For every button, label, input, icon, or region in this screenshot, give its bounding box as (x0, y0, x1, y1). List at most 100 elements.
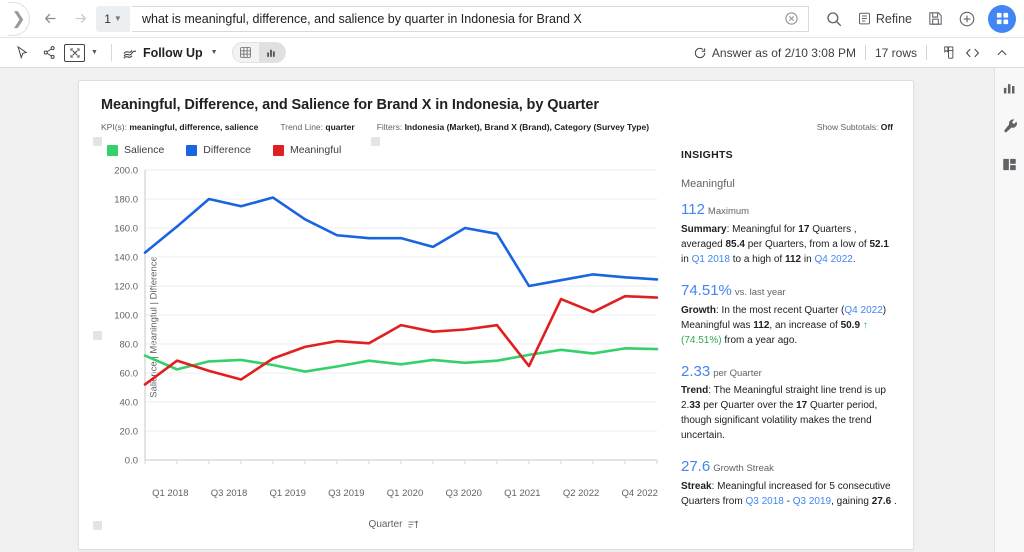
query-text: what is meaningful, difference, and sali… (142, 11, 582, 26)
meta-filters: Filters: Indonesia (Market), Brand X (Br… (377, 122, 649, 132)
chart-svg-container: 0.0 20.0 40.0 60.0 80.0 100.0 120.0 140.0 160.0 1… (101, 162, 661, 487)
table-view-icon[interactable] (233, 43, 259, 62)
row-count: 17 rows (874, 45, 917, 60)
insight-unit: vs. last year (734, 286, 786, 298)
bookmark-code-icon[interactable] (936, 42, 960, 64)
svg-text:100.0: 100.0 (114, 311, 138, 322)
insight-value: 74.51% (681, 281, 732, 299)
insight-quarter-ref: Q3 2019 (792, 496, 832, 508)
status-divider-2 (926, 45, 927, 60)
line-chart[interactable]: 0.0 20.0 40.0 60.0 80.0 100.0 120.0 140.0 160.0 1… (101, 162, 661, 482)
insight-number: 50.9 (840, 319, 861, 331)
search-icon[interactable] (819, 4, 849, 34)
query-token-plain: for (515, 11, 537, 26)
chevron-down-icon: ▼ (113, 14, 122, 23)
meta-trend-value: quarter (325, 122, 355, 132)
clear-query-icon[interactable] (782, 9, 802, 29)
insight-headline: 112 Maximum (681, 199, 897, 221)
search-input[interactable]: what is meaningful, difference, and sali… (132, 5, 809, 32)
layout-panels-icon[interactable] (1000, 154, 1020, 174)
chart-and-insights: Salience Difference Meaningful Salience | … (79, 132, 913, 530)
query-token-filt[interactable]: Brand X (536, 11, 582, 26)
insight-number: 17 (798, 223, 810, 235)
query-token-filt[interactable]: Indonesia (460, 11, 515, 26)
sort-ascending-icon[interactable] (407, 519, 419, 530)
insight-quarter-ref: Q4 2022 (814, 253, 853, 265)
cursor-arrow-icon[interactable] (10, 42, 34, 64)
expand-dropdown-caret[interactable]: ▼ (88, 49, 101, 56)
query-token-attr[interactable]: quarter (404, 11, 445, 26)
meta-trend: Trend Line: quarter (280, 122, 354, 132)
insights-header: INSIGHTS (681, 149, 733, 161)
answer-canvas: Meaningful, Difference, and Salience for… (0, 68, 1024, 552)
wrench-icon[interactable] (1000, 116, 1020, 136)
query-token-plain: , (245, 11, 253, 26)
meta-kpi: KPI(s): meaningful, difference, salience (101, 122, 258, 132)
forward-arrow-icon[interactable] (66, 5, 94, 33)
insight-value: 27.6 (681, 458, 711, 476)
insight-value: 2.33 (681, 362, 711, 380)
answer-card: Meaningful, Difference, and Salience for… (78, 80, 914, 550)
query-token-plain: , and (307, 11, 339, 26)
drawer-expand-icon[interactable]: ❯ (8, 1, 30, 36)
chart-panel: Salience Difference Meaningful Salience | … (79, 132, 669, 530)
legend-item[interactable]: Salience (107, 144, 164, 156)
legend-item[interactable]: Meaningful (272, 144, 342, 156)
x-axis-title: Quarter (368, 519, 403, 530)
insight-body-label: Trend (681, 385, 709, 397)
svg-text:180.0: 180.0 (114, 195, 138, 206)
trend-lines-icon (123, 49, 137, 59)
right-rail (994, 68, 1024, 552)
insight-body: Summary: Meaningful for 17 Quarters , av… (681, 223, 889, 265)
query-token-kpi[interactable]: difference (252, 11, 308, 26)
query-token-plain: by (384, 11, 405, 26)
share-nodes-icon[interactable] (37, 42, 61, 64)
insight-value: 112 (681, 201, 705, 219)
legend-swatch (186, 144, 198, 156)
insight-body: Streak: Meaningful increased for 5 conse… (681, 481, 897, 508)
follow-up-caret: ▼ (210, 49, 218, 56)
query-token-kpi[interactable]: meaningful (184, 11, 246, 26)
add-icon[interactable] (952, 4, 982, 34)
back-arrow-icon[interactable] (36, 5, 64, 33)
insight-number: 112 (753, 319, 770, 331)
legend-swatch (272, 144, 284, 156)
apps-grid-icon[interactable] (988, 4, 1016, 33)
chart-view-icon[interactable] (258, 43, 285, 62)
bar-chart-icon[interactable] (1000, 78, 1020, 98)
meta-subtotals-value: Off (880, 122, 893, 132)
chevron-up-icon[interactable] (990, 42, 1014, 64)
legend-label: Meaningful (289, 144, 342, 156)
toolbar-status-group: Answer as of 2/10 3:08 PM 17 rows (688, 42, 1014, 64)
save-icon[interactable] (920, 4, 950, 34)
expand-selection-icon[interactable] (64, 43, 85, 62)
insights-list: Meaningful 112 Maximum Summary: Meaningful … (681, 177, 897, 520)
refresh-icon[interactable] (688, 42, 712, 64)
query-token-kpi[interactable]: salience (338, 11, 385, 26)
view-switcher (231, 42, 286, 63)
follow-up-button[interactable]: Follow Up ▼ (122, 46, 221, 60)
svg-text:0.0: 0.0 (125, 456, 138, 467)
meta-kpi-value: meaningful, difference, salience (129, 122, 259, 132)
meta-trend-label: Trend Line: (280, 122, 324, 132)
legend-item[interactable]: Difference (186, 144, 251, 156)
insight-body: Trend: The Meaningful straight line tren… (681, 385, 886, 442)
svg-text:40.0: 40.0 (120, 398, 139, 409)
insight-headline: 27.6 Growth Streak (681, 456, 897, 478)
insight-item: 2.33 per Quarter Trend: The Meaningful str… (681, 361, 897, 444)
refine-icon (858, 12, 870, 25)
legend-swatch (107, 144, 118, 156)
svg-text:60.0: 60.0 (120, 369, 139, 380)
angle-brackets-icon[interactable] (960, 42, 984, 64)
x-axis-title-row: Quarter (79, 519, 669, 530)
refine-button[interactable]: Refine (851, 11, 918, 26)
insight-number: 85.4 (725, 238, 745, 250)
insight-body: Growth: In the most recent Quarter (Q4 2… (681, 304, 887, 346)
card-meta-row: KPI(s): meaningful, difference, salience… (79, 113, 913, 132)
svg-text:160.0: 160.0 (114, 224, 138, 235)
chart-legend: Salience Difference Meaningful (79, 144, 669, 162)
insight-body-label: Summary (681, 223, 727, 235)
insight-number: 17 (796, 400, 808, 412)
plot-region: Salience | Meaningful | Difference 0.0 20… (79, 162, 669, 492)
page-selector[interactable]: 1 ▼ (96, 5, 130, 32)
